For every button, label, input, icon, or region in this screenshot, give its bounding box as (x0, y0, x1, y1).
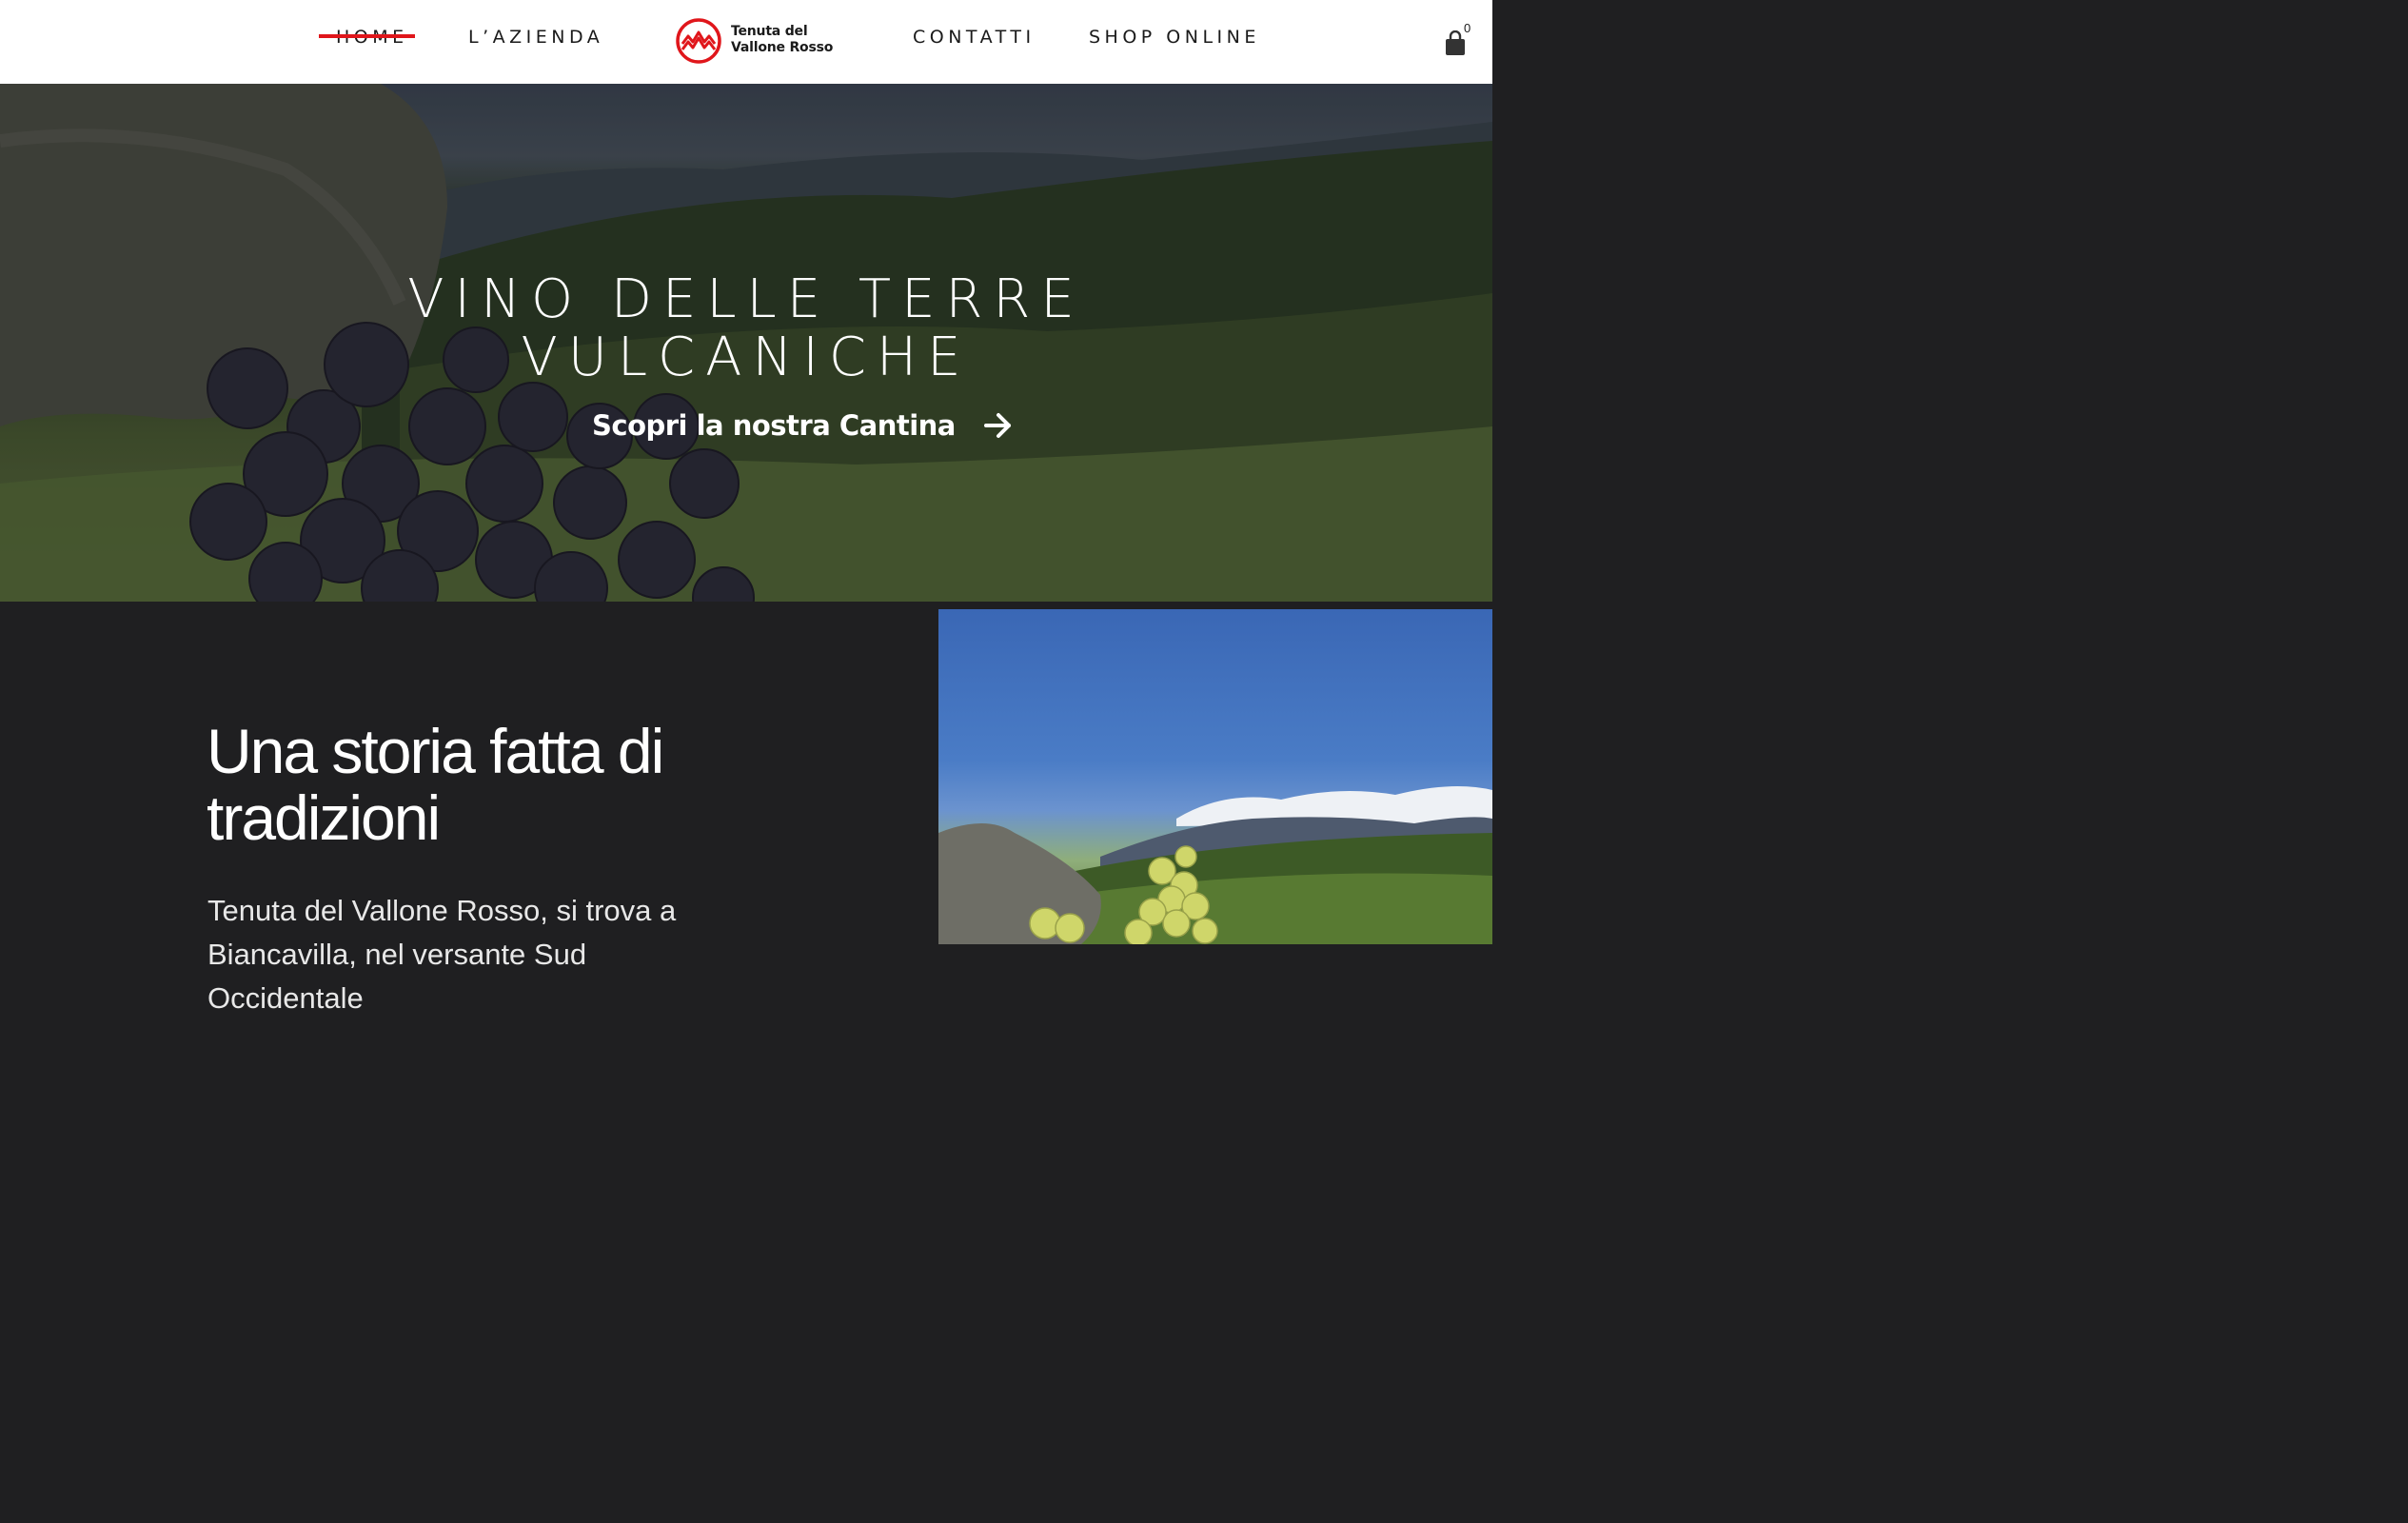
cart-count: 0 (1464, 21, 1471, 35)
story-body: Tenuta del Vallone Rosso, si trova a Bia… (207, 894, 677, 1015)
mountain-circle-icon (676, 18, 721, 64)
story-section: Una storia fatta di tradizioni Tenuta de… (0, 602, 1492, 1015)
story-title: Una storia fatta di tradizioni (207, 716, 664, 853)
logo-line-2: Vallone Rosso (731, 40, 834, 55)
hero-title-line-2: VULCANICHE (521, 326, 972, 388)
shopping-bag-icon (1446, 30, 1465, 55)
site-logo[interactable]: Tenuta del Vallone Rosso (675, 17, 833, 67)
hero-title: VINO DELLE TERRE VULCANICHE (0, 270, 1492, 386)
harvest-illustration (938, 786, 1492, 944)
site-header: HOME L’AZIENDA Tenuta del Vallone Rosso … (0, 0, 1492, 84)
logo-line-1: Tenuta del (731, 24, 808, 39)
discover-winery-link[interactable]: Scopri la nostra Cantina (592, 409, 1013, 442)
nav-shop-online[interactable]: SHOP ONLINE (1089, 26, 1260, 49)
logo-text: Tenuta del Vallone Rosso (731, 24, 833, 56)
nav-contatti[interactable]: CONTATTI (913, 26, 1036, 49)
harvest-image (938, 609, 1492, 944)
nav-azienda[interactable]: L’AZIENDA (468, 26, 603, 49)
discover-winery-label: Scopri la nostra Cantina (592, 409, 956, 442)
active-indicator (319, 34, 415, 38)
hero-section: VINO DELLE TERRE VULCANICHE Scopri la no… (0, 84, 1492, 602)
arrow-right-icon (983, 413, 1011, 438)
nav-home[interactable]: HOME (319, 26, 415, 49)
hero-title-line-1: VINO DELLE TERRE (407, 268, 1085, 330)
cart-button[interactable]: 0 (1445, 21, 1473, 59)
